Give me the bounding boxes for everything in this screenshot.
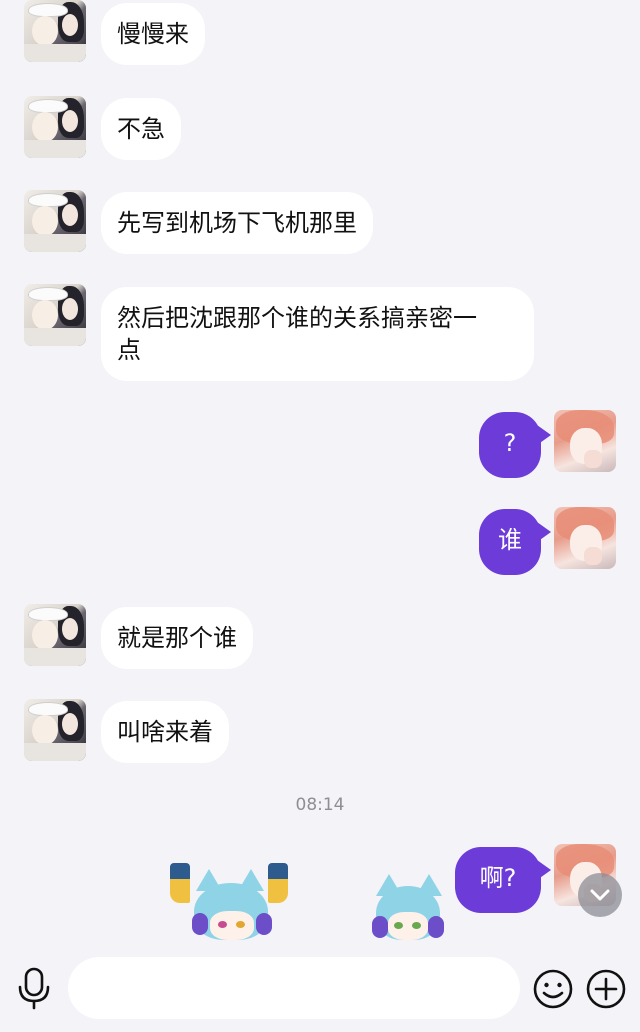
contact-avatar[interactable] <box>24 604 86 666</box>
contact-avatar[interactable] <box>24 0 86 62</box>
headphone <box>192 913 208 935</box>
headphone <box>256 913 272 935</box>
outgoing-message[interactable]: 谁 <box>479 509 541 575</box>
smiley-icon <box>533 969 573 1009</box>
message-text: 就是那个谁 <box>117 624 237 652</box>
add-attachment-button[interactable] <box>585 968 627 1010</box>
headphone <box>372 916 388 938</box>
outgoing-message[interactable]: 啊? <box>455 847 541 913</box>
outgoing-message[interactable]: ? <box>479 412 541 478</box>
voice-input-button[interactable] <box>14 967 54 1011</box>
contact-avatar[interactable] <box>24 190 86 252</box>
tassel-right <box>268 863 288 903</box>
chat-screen: 慢慢来 不急 先写到机场下飞机那里 然后把沈跟那个谁的关系搞亲密一 点 ? 谁 <box>0 0 640 1032</box>
sticker-image[interactable] <box>370 872 446 940</box>
sticker-eye <box>218 921 227 928</box>
sticker-eye <box>394 922 403 929</box>
message-text: 啊? <box>479 864 517 892</box>
timestamp: 08:14 <box>295 795 345 815</box>
bubble-tail <box>537 522 551 542</box>
message-text: 不急 <box>117 115 165 143</box>
sticker-face <box>210 911 254 940</box>
scroll-to-bottom-button[interactable] <box>578 873 622 917</box>
sticker-eye <box>236 921 245 928</box>
message-text: ? <box>503 429 517 457</box>
sticker-eye <box>412 922 421 929</box>
incoming-message[interactable]: 就是那个谁 <box>101 607 253 669</box>
message-text: 谁 <box>498 526 522 554</box>
message-input[interactable] <box>68 957 520 1019</box>
contact-avatar[interactable] <box>24 96 86 158</box>
emoji-button[interactable] <box>532 968 574 1010</box>
headphone <box>428 916 444 938</box>
plus-circle-icon <box>586 969 626 1009</box>
bubble-tail <box>537 860 551 880</box>
my-avatar[interactable] <box>554 410 616 472</box>
contact-avatar[interactable] <box>24 284 86 346</box>
message-text: 叫啥来着 <box>117 718 213 746</box>
incoming-message[interactable]: 然后把沈跟那个谁的关系搞亲密一 点 <box>101 287 534 381</box>
incoming-message[interactable]: 不急 <box>101 98 181 160</box>
microphone-icon <box>18 967 50 1010</box>
message-text: 慢慢来 <box>117 20 189 48</box>
tassel-left <box>170 863 190 903</box>
contact-avatar[interactable] <box>24 699 86 761</box>
message-text-line: 然后把沈跟那个谁的关系搞亲密一 <box>117 304 477 332</box>
message-text-line: 点 <box>117 336 141 364</box>
composer-bar <box>0 945 640 1032</box>
bubble-tail <box>537 425 551 445</box>
chevron-down-icon <box>590 889 610 901</box>
my-avatar[interactable] <box>554 507 616 569</box>
incoming-message[interactable]: 慢慢来 <box>101 3 205 65</box>
message-text: 先写到机场下飞机那里 <box>117 209 357 237</box>
sticker-image[interactable] <box>168 855 292 940</box>
incoming-message[interactable]: 叫啥来着 <box>101 701 229 763</box>
incoming-message[interactable]: 先写到机场下飞机那里 <box>101 192 373 254</box>
